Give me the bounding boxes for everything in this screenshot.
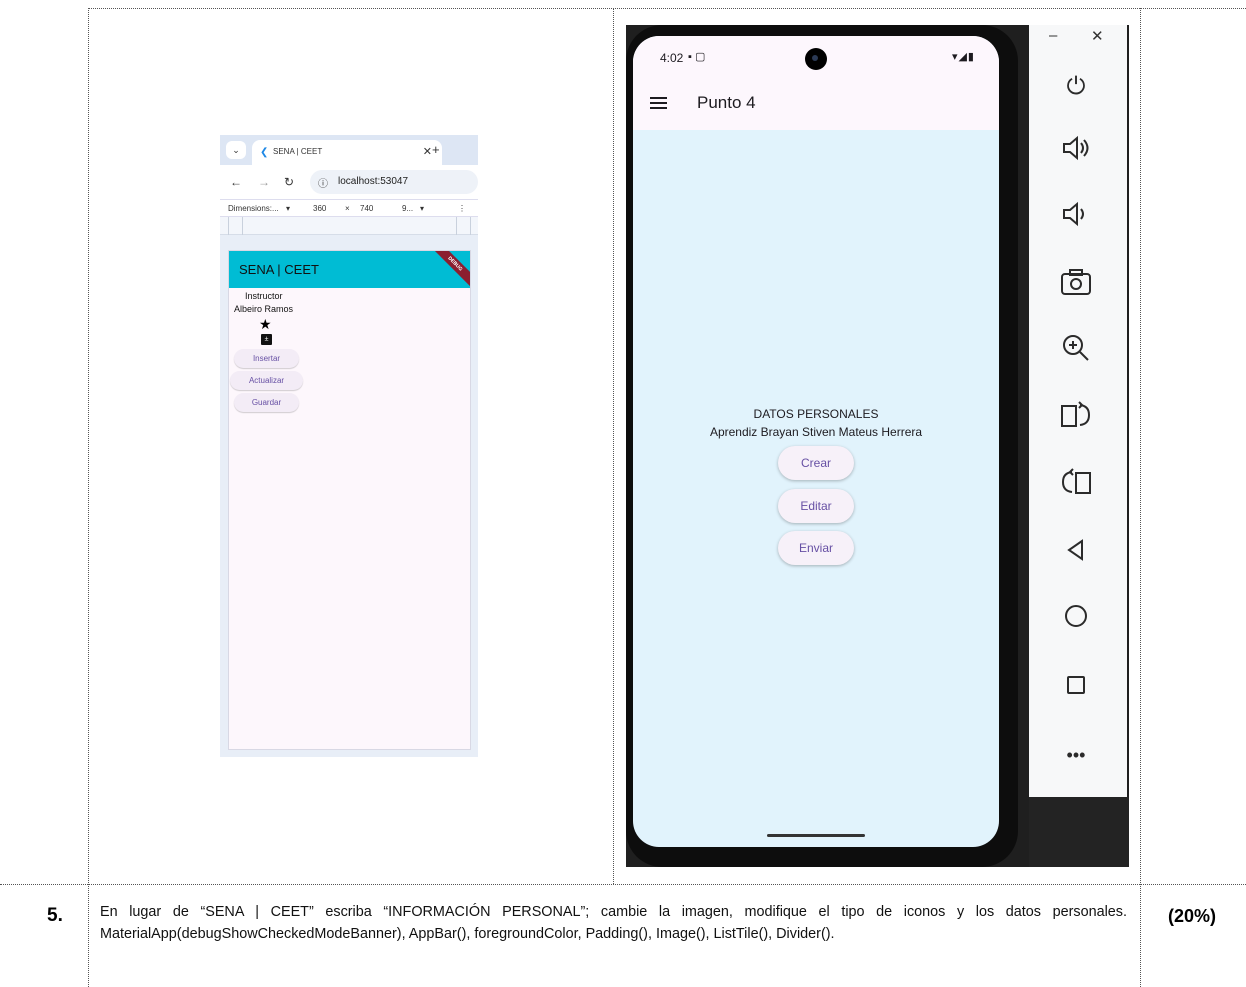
debug-banner: DEBUG [426,251,470,293]
app-bar: SENA | CEET DEBUG [229,251,470,293]
close-icon[interactable]: ✕ [1091,27,1104,45]
app-bar-title: Punto 4 [697,93,756,112]
app-bar: Punto 4 [633,80,999,130]
volume-up-icon[interactable] [1056,134,1096,174]
role-text: Instructor [245,291,283,301]
dimensions-select[interactable]: Dimensions:... [228,204,279,213]
overview-icon[interactable] [1056,669,1096,709]
more-options-icon[interactable]: ⋮ [458,204,466,213]
new-tab-button[interactable]: + [432,142,440,157]
camera-cutout [805,48,827,70]
ruler-tick [242,217,243,235]
menu-icon[interactable] [650,97,667,109]
star-icon: ★ [259,316,272,332]
heading-text: DATOS PERSONALES [753,407,879,421]
browser-tab-bar: ⌄ ❮ SENA | CEET ✕ + [220,135,478,165]
width-field[interactable]: 360 [313,204,326,213]
browser-tab-title: SENA | CEET [273,147,323,156]
notification-icons: ▪ ▢ [688,51,706,63]
table-row-divider [0,884,1246,885]
camera-icon[interactable] [1056,268,1096,308]
devtools-ruler [220,217,478,235]
task-number: 5. [47,905,63,926]
back-icon[interactable] [1056,535,1096,575]
emulator-side-panel: – ✕ ⏻ ••• [1029,25,1127,797]
back-arrow-icon[interactable]: ← [230,175,242,189]
chevron-down-icon: ▾ [420,204,425,213]
power-icon[interactable]: ⏻ [1056,67,1096,107]
browser-toolbar: ← → ↻ ⓘ localhost:53047 [220,165,478,199]
editar-button[interactable]: Editar [778,489,854,523]
rotate-right-icon[interactable] [1056,401,1096,441]
reload-icon[interactable]: ↻ [284,175,294,189]
home-icon[interactable] [1056,602,1096,642]
insertar-button[interactable]: Insertar [234,349,299,368]
devtools-device-bar: Dimensions:... ▾ 360 × 740 9... ▾ ⋮ [220,199,478,217]
more-icon[interactable]: ••• [1056,735,1096,775]
app-bar-title: SENA | CEET [239,262,319,277]
status-time: 4:02 [660,51,684,65]
ruler-tick [470,217,471,235]
table-col-border [1140,8,1141,987]
phone-screen: 4:02 ▪ ▢ ▾◢▮ Punto 4 DATOS PERSONALES Ap… [633,36,999,847]
table-col-border [88,8,89,987]
browser-tab[interactable]: ❮ SENA | CEET ✕ [252,140,442,165]
table-top-border [88,8,1246,9]
zoom-in-icon[interactable] [1056,333,1096,373]
task-weight: (20%) [1168,906,1217,926]
signal-battery-icons: ▾◢▮ [951,51,975,63]
tab-search-button[interactable]: ⌄ [226,141,246,159]
site-info-icon[interactable]: ⓘ [318,175,328,190]
guardar-button[interactable]: Guardar [234,393,299,412]
ruler-tick [456,217,457,235]
emulator-dark-area [1029,797,1129,867]
flutter-web-viewport: SENA | CEET DEBUG Instructor Albeiro Ram… [228,250,471,750]
url-text: localhost:53047 [338,176,409,187]
flutter-icon: ❮ [260,147,269,158]
browser-screenshot: ⌄ ❮ SENA | CEET ✕ + ← → ↻ ⓘ localhost:53… [220,135,478,757]
table-col-border [613,8,614,884]
address-bar[interactable]: ⓘ localhost:53047 [310,170,478,194]
ruler-tick [228,217,229,235]
volume-down-icon[interactable] [1056,200,1096,240]
name-text: Albeiro Ramos [234,304,294,314]
enviar-button[interactable]: Enviar [778,531,854,565]
zoom-select[interactable]: 9... [402,204,413,213]
rotate-left-icon[interactable] [1056,468,1096,508]
height-field[interactable]: 740 [360,204,373,213]
task-description: En lugar de “SENA | CEET” escriba “INFOR… [100,904,1127,942]
gesture-nav-handle[interactable] [767,834,865,837]
crear-button[interactable]: Crear [778,446,854,480]
forward-arrow-icon[interactable]: → [258,175,270,189]
times-sign: × [345,204,350,213]
subtitle-text: Aprendiz Brayan Stiven Mateus Herrera [709,425,923,439]
chevron-down-icon: ▾ [286,204,291,213]
status-bar: 4:02 ▪ ▢ ▾◢▮ [633,36,999,80]
actualizar-button[interactable]: Actualizar [230,371,303,390]
minimize-icon[interactable]: – [1049,27,1057,44]
calculate-icon: ± [261,334,272,345]
close-tab-icon[interactable]: ✕ [423,145,432,158]
